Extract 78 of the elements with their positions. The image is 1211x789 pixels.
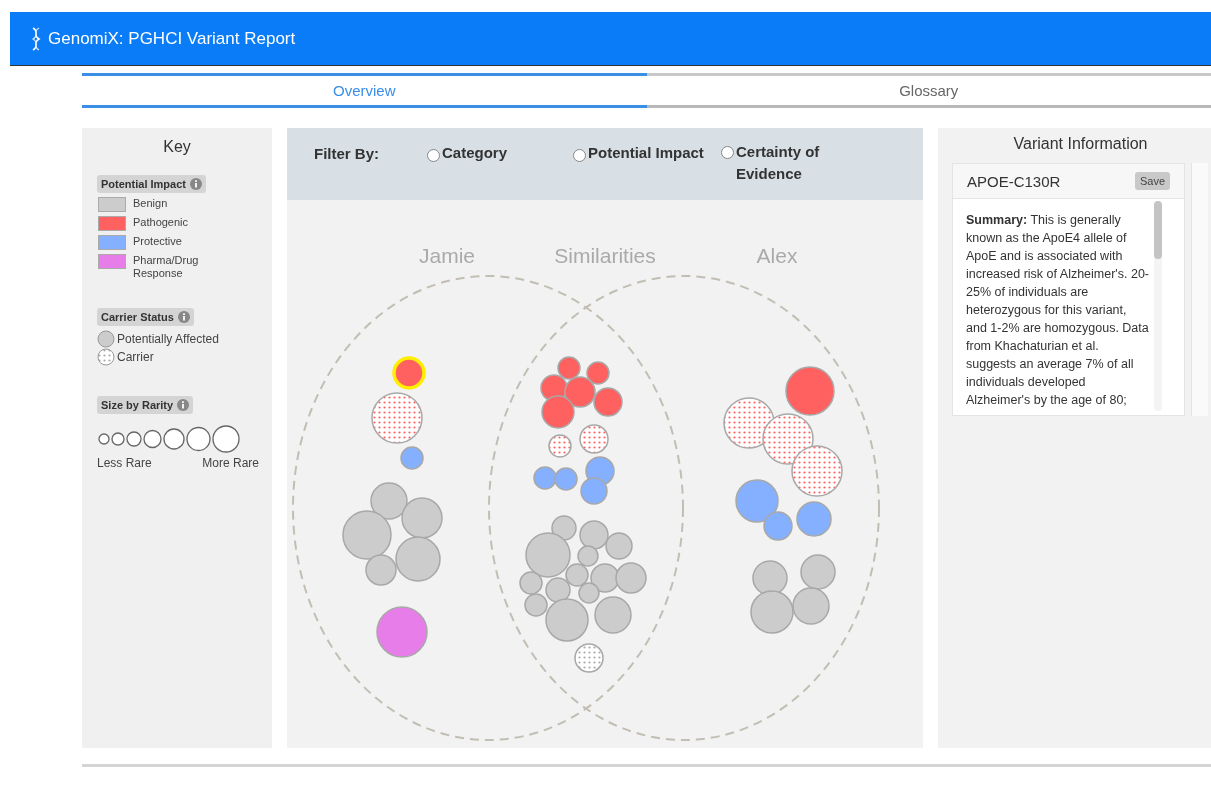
variant-bubble[interactable] <box>545 598 589 642</box>
filter-label: Filter By: <box>314 145 379 162</box>
scrollbar[interactable] <box>1154 201 1162 411</box>
variant-bubble[interactable] <box>564 376 596 408</box>
variant-bubble[interactable] <box>785 366 835 416</box>
variant-bubble[interactable] <box>579 520 609 550</box>
variant-bubble[interactable] <box>605 532 633 560</box>
variant-bubble[interactable] <box>791 445 843 497</box>
save-button[interactable]: Save <box>1134 172 1170 190</box>
variant-bubble[interactable] <box>593 387 623 417</box>
variant-bubble[interactable] <box>545 577 571 603</box>
variant-bubble[interactable] <box>519 571 543 595</box>
radio-button[interactable] <box>721 146 734 159</box>
variant-bubble[interactable] <box>365 554 397 586</box>
variant-bubble[interactable] <box>342 510 392 560</box>
variant-summary: Summary: This is generally known as the ApoE4 allele of ApoE and is associated with increased risk of Alzheimer's. 20-25% of individuals are heterozygous for this variant, and 1-2% are homozygous. Data from Khachaturian et al. suggests an average 7% of all individuals developed Alzheimer's by the age of 80; <box>966 212 1150 409</box>
variant-bubble[interactable] <box>376 606 428 658</box>
variant-bubble[interactable] <box>615 562 647 594</box>
variant-bubble[interactable] <box>574 643 604 673</box>
variant-bubble[interactable] <box>800 554 836 590</box>
info-icon[interactable] <box>177 311 190 323</box>
variant-bubble[interactable] <box>752 560 788 596</box>
legend-heading-text: Size by Rarity <box>101 399 174 411</box>
legend-label: Carrier <box>117 350 154 364</box>
variant-bubble[interactable] <box>548 434 572 458</box>
legend-heading-text: Carrier Status <box>101 311 174 323</box>
variant-bubble[interactable] <box>525 532 571 578</box>
variant-bubble[interactable] <box>554 467 578 491</box>
legend-label: Pharma/Drug Response <box>133 254 200 280</box>
variant-bubble[interactable] <box>524 593 548 617</box>
info-icon[interactable] <box>177 399 190 411</box>
variant-bubble[interactable] <box>371 392 423 444</box>
variant-bubble[interactable] <box>763 511 793 541</box>
tab[interactable]: Glossary <box>646 73 1211 108</box>
set-label: Similarities <box>554 244 656 267</box>
set-label: Jamie <box>419 244 475 267</box>
variant-name: APOE-C130R <box>967 172 1061 190</box>
variant-bubble[interactable] <box>750 590 794 634</box>
filter-option[interactable]: Potential Impact <box>573 144 704 162</box>
variant-bubble[interactable] <box>579 424 609 454</box>
variant-bubble[interactable] <box>735 479 779 523</box>
variant-bubble[interactable] <box>762 413 814 465</box>
panel-title: Variant Information <box>1012 135 1149 153</box>
filter-option[interactable]: Certainty of Evidence <box>721 141 851 185</box>
variant-bubble[interactable] <box>578 582 600 604</box>
variant-bubble[interactable] <box>577 545 599 567</box>
variant-bubble[interactable] <box>557 356 581 380</box>
variant-bubble[interactable] <box>586 361 610 385</box>
set-label: Alex <box>756 244 798 267</box>
circle-icon <box>97 330 115 348</box>
legend-label: Pathogenic <box>133 216 190 229</box>
legend-label: Benign <box>133 197 169 210</box>
variant-bubble[interactable] <box>370 482 408 520</box>
variant-bubble[interactable] <box>792 587 830 625</box>
rarity-label: More Rare <box>202 456 259 470</box>
variant-bubble[interactable] <box>723 397 775 449</box>
filter-option[interactable]: Category <box>427 144 508 162</box>
variant-bubble[interactable] <box>580 477 608 505</box>
legend-label: Protective <box>133 235 183 248</box>
variant-bubble[interactable] <box>401 497 443 539</box>
variant-bubble[interactable] <box>551 515 577 541</box>
legend-label: Potentially Affected <box>117 332 219 346</box>
variant-bubble[interactable] <box>400 446 424 470</box>
variant-bubble[interactable] <box>533 466 557 490</box>
radio-button[interactable] <box>573 149 586 162</box>
radio-button[interactable] <box>427 149 440 162</box>
key-title: Key <box>162 138 192 156</box>
app-title: GenomiX: PGHCI Variant Report <box>48 28 296 49</box>
variant-bubble[interactable] <box>594 596 632 634</box>
info-icon[interactable] <box>189 178 202 190</box>
rarity-label: Less Rare <box>97 456 152 470</box>
dotted-circle-icon <box>97 348 115 366</box>
variant-bubble[interactable] <box>565 563 589 587</box>
variant-bubble[interactable] <box>395 536 441 582</box>
variant-bubble[interactable] <box>541 395 575 429</box>
variant-bubble[interactable] <box>796 501 832 537</box>
legend-heading-text: Potential Impact <box>101 178 186 190</box>
dna-helix-icon <box>30 26 42 51</box>
